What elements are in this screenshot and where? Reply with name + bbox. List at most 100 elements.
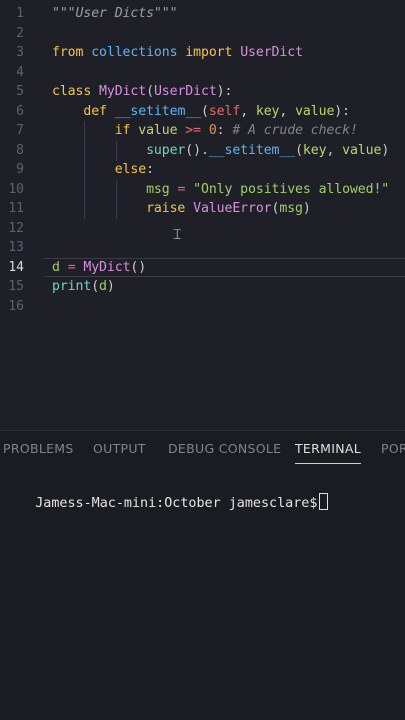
code-token: import	[185, 45, 233, 60]
code-token: (	[200, 103, 209, 119]
code-token: super	[146, 142, 186, 158]
code-line[interactable]: 13	[0, 238, 405, 258]
code-token: UserDict	[240, 45, 303, 60]
code-line[interactable]: 7 if value >= 0: # A crude check!	[0, 121, 405, 141]
code-line[interactable]: 15 print(d)	[0, 277, 405, 297]
code-token: "Only positives allowed!"	[193, 181, 390, 197]
code-text: class MyDict(UserDict):	[52, 82, 232, 102]
line-number: 16	[8, 298, 24, 314]
code-token: (	[91, 279, 100, 294]
code-token: =	[67, 259, 76, 275]
tab-problems[interactable]: PROBLEMS	[3, 439, 74, 459]
code-line[interactable]: 6 def __setitem__(self, key, value):	[0, 102, 405, 122]
code-line[interactable]: 4	[0, 63, 405, 83]
code-token: class	[52, 84, 92, 99]
line-number: 15	[8, 279, 24, 294]
code-token: else	[114, 162, 147, 177]
code-token: def	[83, 103, 107, 119]
code-token: :	[146, 162, 154, 177]
code-editor[interactable]: 1 """User Dicts""" 2 3 from collections impo…	[0, 0, 405, 430]
terminal-prompt: Jamess-Mac-mini:October jamesclare$	[35, 496, 318, 511]
line-number: 1	[16, 6, 24, 21]
code-token: ()	[130, 259, 147, 275]
line-number: 10	[8, 181, 24, 197]
code-text: from collections import UserDict	[52, 43, 303, 63]
code-line[interactable]: 16	[0, 297, 405, 317]
line-number: 12	[8, 220, 24, 236]
code-line[interactable]: 8 super().__setitem__(key, value)	[0, 141, 405, 161]
tab-output[interactable]: OUTPUT	[93, 439, 146, 459]
code-token: collections	[91, 45, 178, 60]
tab-ports[interactable]: POR	[381, 439, 405, 459]
code-token: MyDict	[83, 259, 131, 275]
code-token: )	[106, 279, 115, 294]
terminal-cursor	[319, 493, 329, 510]
terminal-output[interactable]: Jamess-Mac-mini:October jamesclare$	[3, 473, 329, 534]
code-token: ().	[185, 142, 209, 158]
line-number: 6	[16, 103, 24, 119]
code-token: ,	[240, 103, 256, 119]
code-token: ValueError	[193, 201, 272, 216]
code-token: MyDict	[99, 84, 147, 99]
code-line[interactable]: 1 """User Dicts"""	[0, 4, 405, 24]
code-token: >=	[185, 123, 201, 138]
code-token: d	[99, 279, 107, 294]
code-token: key	[302, 142, 327, 158]
line-number: 3	[16, 45, 24, 60]
status-bar	[0, 712, 405, 720]
code-text: """User Dicts"""	[52, 4, 178, 24]
code-token: (	[146, 84, 154, 99]
code-token: __setitem__	[114, 103, 201, 119]
code-token: from	[52, 45, 84, 60]
code-token: raise	[146, 201, 186, 216]
code-token: """User Dicts"""	[52, 6, 178, 21]
code-text: print(d)	[52, 277, 115, 297]
line-number: 2	[16, 25, 24, 41]
code-token: (	[295, 142, 303, 158]
code-token: self	[208, 103, 241, 119]
tab-debug-console[interactable]: DEBUG CONSOLE	[168, 439, 281, 459]
code-line[interactable]: 2	[0, 24, 405, 44]
code-token: msg	[146, 181, 170, 197]
line-number: 9	[16, 162, 24, 177]
code-token: # A crude check!	[232, 123, 358, 138]
code-token: value	[295, 103, 335, 119]
code-line[interactable]: 5 class MyDict(UserDict):	[0, 82, 405, 102]
code-token: value	[138, 123, 178, 138]
code-line[interactable]: 14 d = MyDict()	[0, 257, 405, 277]
code-token: :	[216, 123, 225, 138]
code-token: key	[255, 103, 280, 119]
code-token: ):	[216, 84, 233, 99]
line-number: 11	[8, 201, 24, 216]
code-token: if	[114, 123, 131, 138]
code-text: def __setitem__(self, key, value):	[52, 102, 350, 122]
code-token: print	[52, 279, 92, 294]
line-number: 8	[16, 142, 24, 158]
code-token: )	[381, 142, 390, 158]
code-line[interactable]: 10 msg = "Only positives allowed!"	[0, 180, 405, 200]
code-token: d	[52, 259, 60, 275]
panel-tab-bar: PROBLEMS OUTPUT DEBUG CONSOLE TERMINAL P…	[0, 439, 405, 469]
code-token: ,	[279, 103, 296, 119]
code-token: )	[302, 201, 311, 216]
line-number: 5	[16, 84, 24, 99]
code-token: ):	[334, 103, 350, 119]
indent-guide	[116, 180, 117, 219]
indent-guide	[84, 121, 85, 219]
code-token: ,	[326, 142, 343, 158]
code-line[interactable]: 11 raise ValueError(msg)	[0, 199, 405, 219]
code-token: value	[342, 142, 382, 158]
code-line[interactable]: 9 else:	[0, 160, 405, 180]
code-text: msg = "Only positives allowed!"	[52, 180, 389, 200]
tab-terminal[interactable]: TERMINAL	[295, 439, 361, 464]
code-token: UserDict	[153, 84, 217, 99]
code-line[interactable]: 3 from collections import UserDict	[0, 43, 405, 63]
code-line[interactable]: 12	[0, 219, 405, 239]
text-ibeam-cursor-icon: ⌶	[173, 227, 182, 243]
